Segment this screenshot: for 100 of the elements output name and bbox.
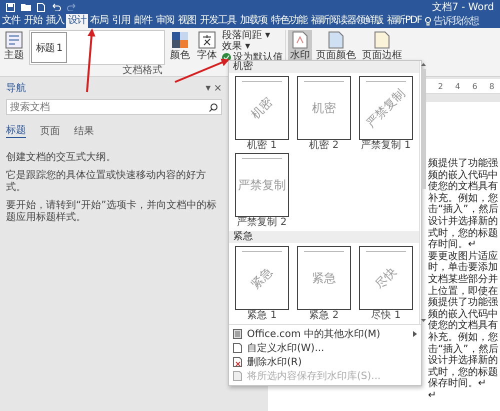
help-text: 创建文档的交互式大纲。 [6, 152, 117, 164]
document-icon [233, 329, 242, 339]
redo-icon[interactable] [67, 3, 77, 11]
watermark-text: 紧急 [248, 264, 276, 292]
style-gallery[interactable]: 标题 1 [29, 30, 165, 65]
window-title: 文档7 - Word [432, 0, 494, 14]
ribbon-tab[interactable]: 设计 [66, 14, 88, 28]
ruler-number: 2 [438, 82, 444, 90]
document-text-line: 设计并选择新的 [428, 216, 499, 228]
tell-me-field[interactable]: 告诉我你想 [433, 14, 478, 28]
close-button[interactable]: × [214, 82, 222, 94]
style-preview: 标题 1 [36, 42, 62, 54]
watermark-text: 严禁复制 [238, 176, 286, 194]
pane-tab[interactable]: 页面 [40, 123, 60, 138]
document-text-line: 式时，您的标题 [428, 228, 499, 239]
thumbnail-caption: 紧急 1 [247, 310, 277, 321]
ruler-number: 8 [489, 82, 494, 90]
ribbon-tab[interactable]: 福昕阅读器领鲜版 [309, 14, 385, 28]
watermark-text: 尽快 [372, 264, 400, 292]
theme-icon [5, 31, 23, 49]
pane-tab[interactable]: 标题 [6, 123, 26, 138]
document-icon [233, 343, 242, 353]
document-text-line: 击“插入”，然后 [428, 204, 500, 216]
menu-item[interactable]: 自定义水印(W)... [247, 341, 324, 355]
document-text-line: 频的嵌入代码中 [428, 170, 499, 181]
thumbnail-caption: 紧急 2 [309, 310, 339, 321]
watermark-text: 紧急 [312, 270, 336, 286]
lightbulb-icon [425, 16, 432, 26]
ribbon-tab[interactable]: 邮件 [132, 14, 154, 28]
ribbon-tab[interactable]: 开始 [22, 14, 44, 28]
ribbon-tab[interactable]: 引用 [110, 14, 132, 28]
document-text-line: 使您的文档具有 [428, 181, 499, 192]
document-text-line: 时，单击要添加 [428, 262, 499, 274]
themes-button[interactable]: 主题 [2, 30, 26, 62]
annotation-arrow [86, 28, 96, 92]
ribbon-tab[interactable]: 布局 [88, 14, 110, 28]
document-text-line: 击“插入”，然后 [428, 344, 500, 354]
ribbon-tab[interactable]: 审阅 [154, 14, 176, 28]
section-header: 机密 [233, 61, 253, 72]
document-text-line: 存时间。↵ [428, 239, 478, 250]
ribbon-tab[interactable]: 视图 [176, 14, 198, 28]
help-text: 要开始，请转到“开始”选项卡，并向文档中的标题应用标题样式。 [6, 200, 218, 224]
ribbon-tab[interactable]: 文件 [0, 14, 22, 28]
search-field[interactable]: 搜索文档 [6, 99, 222, 115]
fonts-button[interactable]: 字体 [195, 30, 219, 62]
thumbnail-caption: 严禁复制 1 [361, 140, 411, 151]
watermark-text: 机密 [312, 100, 336, 116]
delete-document-icon [233, 357, 242, 367]
ribbon-tab[interactable]: 开发工具 [198, 14, 238, 28]
document-text-line: 式时，您的标题 [428, 366, 499, 378]
folder-icon[interactable] [21, 3, 31, 11]
scroll-down-icon[interactable] [420, 318, 427, 324]
save-icon[interactable] [6, 2, 15, 12]
document-text-line: ↵ [428, 390, 438, 402]
ribbon-tab[interactable]: 加载项 [238, 14, 269, 28]
document-text-line: 使您的文档具有 [428, 320, 499, 332]
help-text: 它是跟踪您的具体位置或快速移动内容的好方式。 [6, 170, 207, 194]
effects-button[interactable]: 效果 ▾ [222, 41, 283, 52]
ribbon-tab[interactable]: 特色功能 [269, 14, 309, 28]
document-text-line: 文档某些部分并 [428, 274, 499, 286]
undo-icon[interactable] [51, 3, 61, 11]
page-color-button[interactable]: 页面颜色 [314, 30, 358, 62]
watermark-button[interactable]: 水印 [288, 30, 312, 62]
ruler-number: 4 [455, 82, 460, 90]
pane-title: 导航 [6, 82, 27, 95]
pane-options-button[interactable]: ▾ [206, 82, 211, 94]
scrollbar[interactable] [419, 61, 427, 324]
group-label: 文档格式 [122, 65, 162, 76]
page-icon [374, 31, 390, 49]
page-icon [328, 31, 344, 49]
colors-button[interactable]: 颜色 [168, 30, 192, 62]
document-text-line: 频的嵌入代码中 [428, 308, 499, 320]
thumbnail-caption: 机密 2 [309, 140, 339, 151]
annotation-arrow [174, 58, 230, 83]
document-icon [233, 371, 242, 381]
ribbon-tab[interactable]: 福昕PDF [385, 14, 424, 28]
menu-item[interactable]: 删除水印(R) [247, 355, 302, 369]
ribbon-tab[interactable]: 插入 [44, 14, 66, 28]
document-text-line: 补充。例如，您 [428, 192, 499, 204]
watermark-text: 机密 [248, 94, 276, 122]
submenu-arrow-icon [413, 331, 417, 337]
thumbnail-caption: 严禁复制 2 [237, 217, 287, 228]
menu-item[interactable]: Office.com 中的其他水印(M) [247, 327, 380, 341]
search-icon[interactable] [209, 103, 218, 112]
watermark-page-icon [292, 31, 308, 49]
scroll-up-icon[interactable] [420, 61, 427, 67]
document-text-line: 设计并选择新的 [428, 355, 499, 366]
document-text-line: 上位置，即使在 [428, 286, 499, 297]
paragraph-spacing-button[interactable]: 段落间距 ▾ [222, 30, 283, 41]
font-icon [198, 31, 216, 49]
pane-tab[interactable]: 结果 [74, 123, 94, 138]
document-text-line: 要更改图片适应 [428, 250, 499, 262]
document-text-line: 补充。例如，您 [428, 332, 499, 344]
document-icon[interactable] [37, 2, 45, 12]
thumbnail-caption: 机密 1 [247, 140, 277, 151]
ruler-number: 6 [472, 82, 478, 90]
thumbnail-caption: 尽快 1 [371, 310, 401, 321]
watermark-text: 严禁复制 [363, 85, 409, 131]
page-borders-button[interactable]: 页面边框 [360, 30, 404, 62]
document-text-line: 频提供了功能强 [428, 158, 499, 170]
